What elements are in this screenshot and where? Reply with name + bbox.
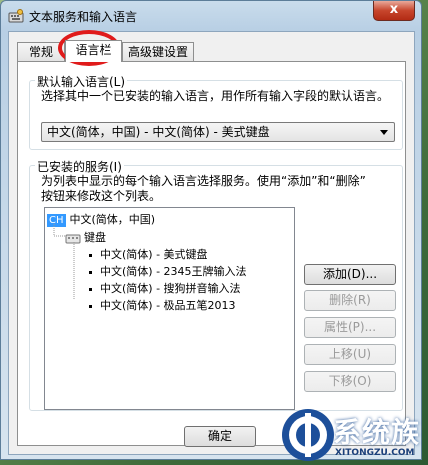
bullet-icon xyxy=(89,304,92,308)
installed-services-group-label: 已安装的服务(I) xyxy=(35,158,124,175)
watermark-url: XITONGZU.COM xyxy=(335,448,415,458)
tree-item-label: 中文(简体) - 极品五笔2013 xyxy=(100,299,236,312)
close-button[interactable]: x xyxy=(373,1,415,21)
tree-item[interactable]: 中文(简体) - 2345王牌输入法 xyxy=(89,263,247,279)
tree-item-label: 中文(简体) - 美式键盘 xyxy=(100,248,208,261)
remove-button[interactable]: 删除(R) xyxy=(304,290,396,311)
default-language-description: 选择其中一个已安装的输入语言，用作所有输入字段的默认语言。 xyxy=(41,89,390,103)
tab-language-bar[interactable]: 语言栏 xyxy=(65,40,122,62)
default-language-group-label: 默认输入语言(L) xyxy=(35,73,128,90)
bullet-icon xyxy=(89,287,92,291)
properties-button[interactable]: 属性(P)... xyxy=(304,317,396,338)
bullet-icon xyxy=(89,270,92,274)
tree-item[interactable]: 中文(简体) - 极品五笔2013 xyxy=(89,297,236,313)
tree-language-label: 中文(简体，中国) xyxy=(69,213,156,226)
add-button[interactable]: 添加(D)... xyxy=(304,264,396,285)
keyboard-app-icon xyxy=(8,9,24,23)
default-language-value: 中文(简体，中国) - 中文(简体) - 美式键盘 xyxy=(47,125,270,139)
tree-item[interactable]: 中文(简体) - 搜狗拼音输入法 xyxy=(89,280,241,296)
bullet-icon xyxy=(89,253,92,257)
installed-services-description-line1: 为列表中显示的每个输入语言选择服务。使用“添加”和“删除” xyxy=(41,174,366,188)
default-language-select[interactable]: 中文(简体，中国) - 中文(简体) - 美式键盘 xyxy=(41,122,395,142)
tab-advanced-key-settings[interactable]: 高级键设置 xyxy=(122,42,194,61)
tree-item[interactable]: 中文(简体) - 美式键盘 xyxy=(89,246,208,262)
move-up-button[interactable]: 上移(U) xyxy=(304,344,396,365)
move-down-button[interactable]: 下移(O) xyxy=(304,371,396,392)
tree-item-label: 中文(简体) - 2345王牌输入法 xyxy=(100,265,247,278)
chevron-down-icon xyxy=(380,130,388,135)
installed-services-tree[interactable]: CH 中文(简体，中国) 键盘 中文(简体) - 美式键盘 中文(简体) - 23… xyxy=(44,207,295,410)
ok-button[interactable]: 确定 xyxy=(184,426,256,447)
watermark-text: 系统族 xyxy=(333,416,421,449)
dialog-window: 文本服务和输入语言 x 常规 语言栏 高级键设置 默认输入语言(L) 选择其中一… xyxy=(0,0,422,460)
title-bar[interactable]: 文本服务和输入语言 x xyxy=(1,1,421,31)
window-title: 文本服务和输入语言 xyxy=(29,10,138,24)
tree-item-label: 中文(简体) - 搜狗拼音输入法 xyxy=(100,282,241,295)
installed-services-description-line2: 按钮来修改这个列表。 xyxy=(41,189,162,203)
